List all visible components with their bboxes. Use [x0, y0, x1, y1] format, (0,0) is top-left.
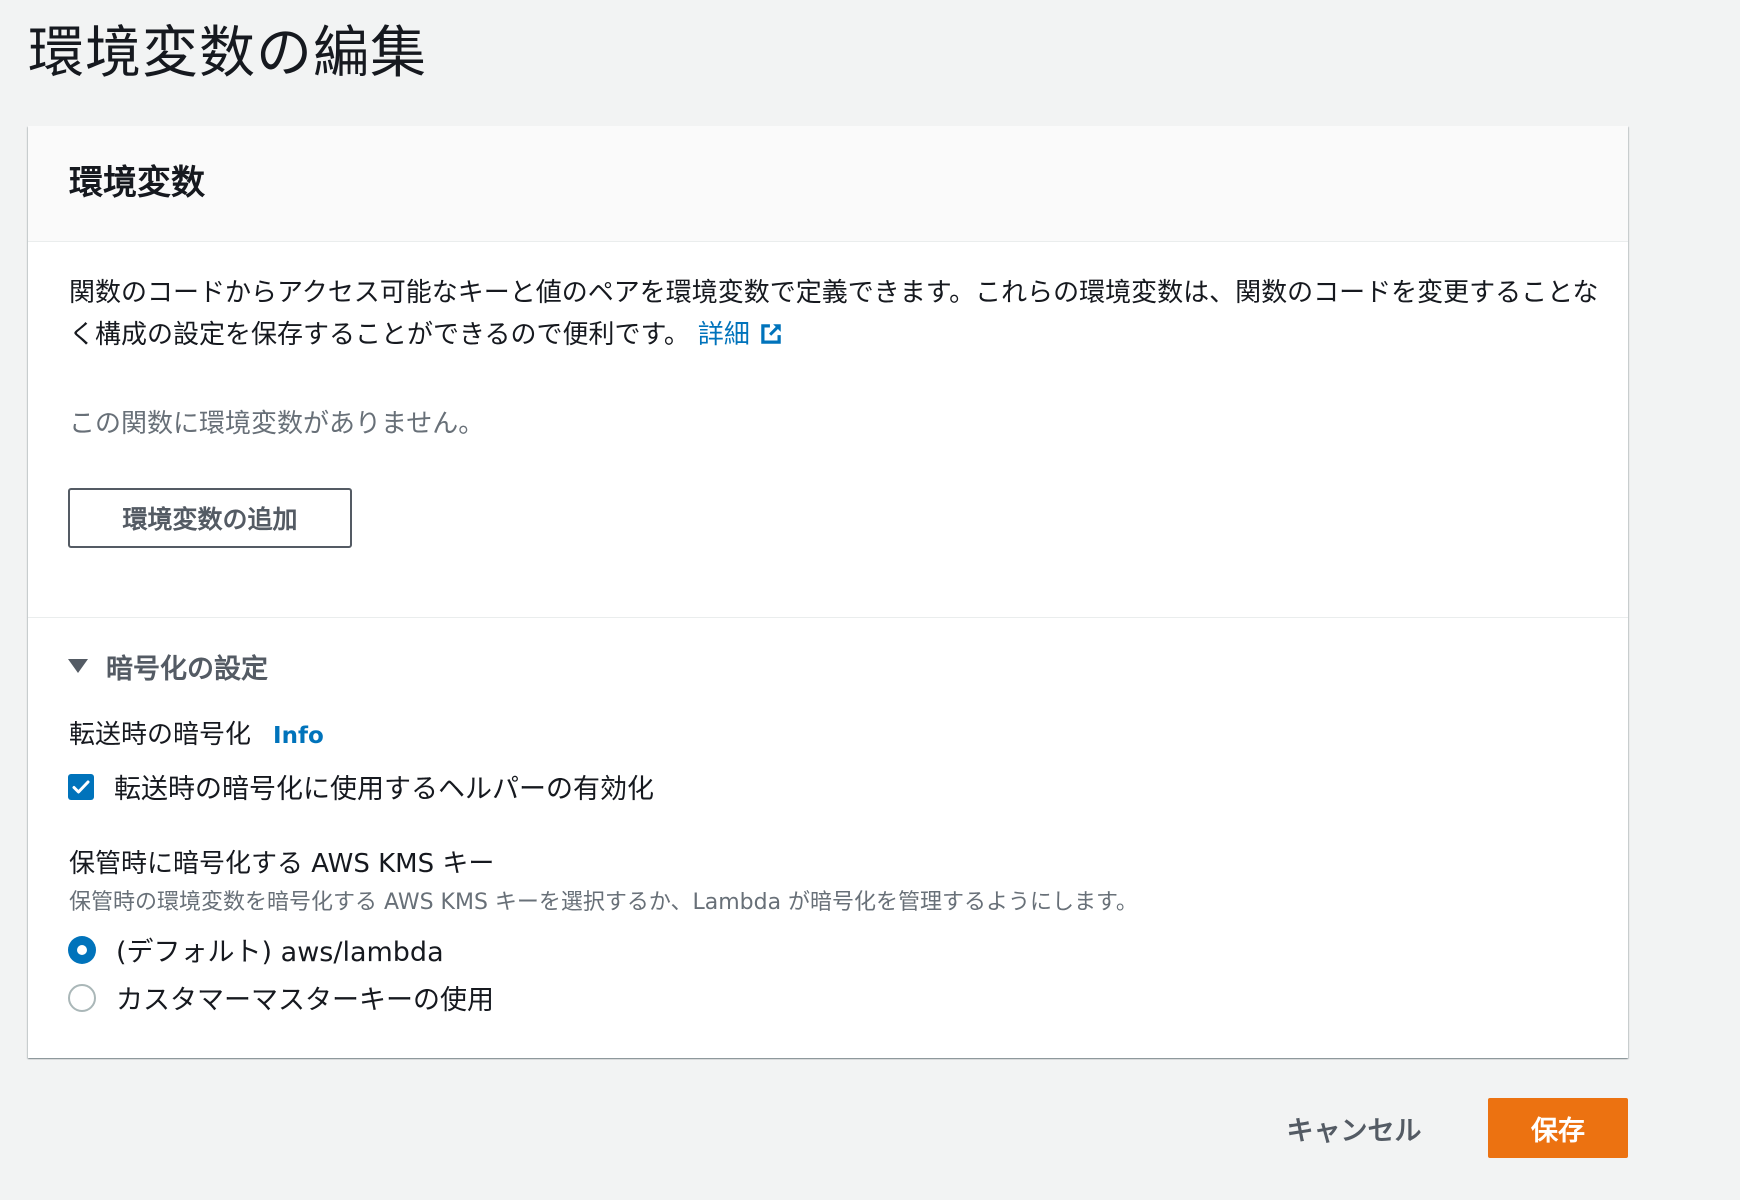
radio-option-label: (デフォルト) aws/lambda: [116, 937, 444, 968]
encryption-helper-checkbox[interactable]: 転送時の暗号化に使用するヘルパーの有効化: [68, 767, 654, 806]
encryption-helper-label: 転送時の暗号化に使用するヘルパーの有効化: [114, 774, 654, 805]
caret-down-icon: [68, 659, 88, 673]
encryption-settings-toggle[interactable]: 暗号化の設定: [68, 642, 268, 690]
page-title: 環境変数の編集: [28, 21, 427, 86]
panel-title: 環境変数: [69, 163, 205, 203]
in-transit-label: 転送時の暗号化: [69, 720, 252, 750]
description-text: 関数のコードからアクセス可能なキーと値のペアを環境変数で定義できます。これらの環…: [69, 278, 1599, 350]
radio-customer-master-key[interactable]: カスタマーマスターキーの使用: [68, 978, 494, 1017]
check-icon: [72, 780, 90, 793]
kms-key-label: 保管時に暗号化する AWS KMS キー: [69, 849, 495, 879]
environment-variables-panel: 環境変数 関数のコードからアクセス可能なキーと値のペアを環境変数で定義できます。…: [28, 126, 1628, 1058]
detail-link-label: 詳細: [697, 320, 750, 350]
in-transit-field-label: 転送時の暗号化 Info: [69, 714, 324, 751]
radio-default-aws-lambda[interactable]: (デフォルト) aws/lambda: [68, 930, 444, 969]
encryption-settings-title: 暗号化の設定: [106, 653, 268, 685]
checkbox-checked[interactable]: [68, 773, 94, 800]
save-button[interactable]: 保存: [1488, 1098, 1628, 1158]
external-link-icon: [761, 324, 781, 344]
section-divider: [28, 617, 1628, 618]
add-environment-variable-button[interactable]: 環境変数の追加: [68, 488, 352, 548]
radio-option-label: カスタマーマスターキーの使用: [116, 985, 494, 1016]
detail-link[interactable]: 詳細: [698, 320, 784, 350]
panel-header: 環境変数: [28, 126, 1628, 242]
panel-description: 関数のコードからアクセス可能なキーと値のペアを環境変数で定義できます。これらの環…: [69, 272, 1609, 356]
info-link[interactable]: Info: [273, 723, 324, 749]
kms-key-description: 保管時の環境変数を暗号化する AWS KMS キーを選択するか、Lambda が…: [69, 890, 1138, 915]
radio-button-selected[interactable]: [68, 935, 96, 964]
cancel-button[interactable]: キャンセル: [1268, 1098, 1440, 1158]
empty-message: この関数に環境変数がありません。: [69, 409, 485, 439]
radio-button-unselected[interactable]: [68, 983, 96, 1012]
